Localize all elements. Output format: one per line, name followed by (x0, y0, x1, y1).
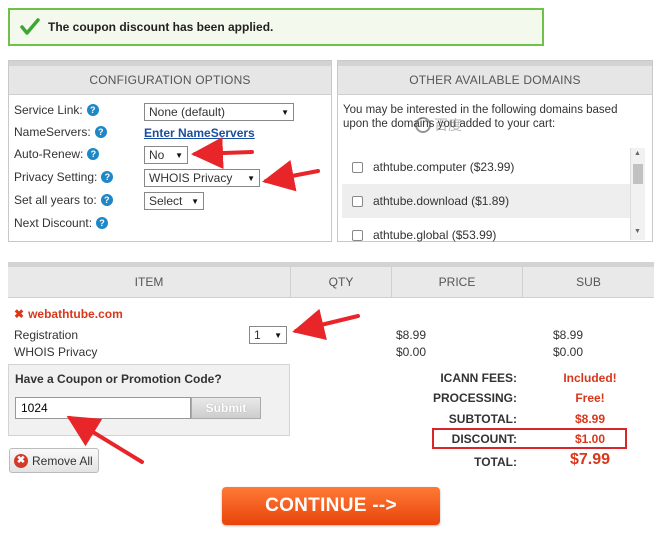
icann-fees-value: Included! (563, 371, 617, 385)
continue-button[interactable]: CONTINUE --> (222, 487, 440, 525)
other-domains-title: OTHER AVAILABLE DOMAINS (338, 61, 652, 95)
chevron-down-icon: ▼ (281, 107, 289, 117)
help-icon[interactable]: ? (96, 217, 109, 229)
registration-price: $8.99 (396, 328, 427, 342)
watermark-logo-icon (415, 117, 431, 133)
help-icon[interactable]: ? (101, 171, 114, 183)
chevron-down-icon: ▼ (247, 173, 255, 183)
help-icon[interactable]: ? (87, 148, 100, 160)
submit-coupon-button[interactable]: Submit (191, 397, 261, 419)
domain-checkbox[interactable] (352, 229, 363, 241)
chevron-down-icon: ▼ (191, 196, 199, 206)
subtotal-label: SUBTOTAL: (448, 412, 517, 426)
remove-all-button[interactable]: ✖ Remove All (9, 448, 99, 473)
registration-subtotal: $8.99 (553, 328, 584, 342)
subtotal-value: $8.99 (574, 412, 606, 426)
next-discount-label: Next Discount: ? (14, 216, 109, 230)
discount-value: $1.00 (574, 432, 606, 446)
whois-privacy-subtotal: $0.00 (553, 345, 584, 359)
domain-list-scrollbar[interactable]: ▲ ▼ (630, 148, 645, 240)
coupon-title: Have a Coupon or Promotion Code? (15, 372, 222, 386)
help-icon[interactable]: ? (100, 194, 113, 206)
column-header-sub: SUB (576, 275, 601, 289)
auto-renew-select[interactable]: No ▼ (144, 146, 188, 164)
chevron-down-icon: ▼ (175, 150, 183, 160)
auto-renew-label: Auto-Renew: ? (14, 147, 100, 161)
chevron-down-icon: ▼ (274, 330, 282, 340)
configuration-options-title: CONFIGURATION OPTIONS (9, 61, 331, 95)
set-all-years-select[interactable]: Select ▼ (144, 192, 204, 210)
list-item[interactable]: athtube.download ($1.89) (342, 184, 636, 218)
banner-message: The coupon discount has been applied. (48, 20, 274, 34)
enter-nameservers-link[interactable]: Enter NameServers (144, 126, 255, 140)
column-header-qty: QTY (328, 275, 354, 289)
service-link-select[interactable]: None (default) ▼ (144, 103, 294, 121)
check-icon (20, 18, 40, 35)
column-header-price: PRICE (438, 275, 476, 289)
total-value: $7.99 (569, 451, 611, 468)
help-icon[interactable]: ? (94, 126, 107, 138)
baidu-watermark: 百度 (415, 115, 462, 135)
remove-item-icon[interactable]: ✖ (14, 307, 24, 321)
icann-fees-label: ICANN FEES: (440, 371, 517, 385)
list-item[interactable]: athtube.computer ($23.99) (342, 150, 636, 184)
discount-label: DISCOUNT: (451, 432, 517, 446)
list-item[interactable]: athtube.global ($53.99) (342, 218, 636, 244)
nameservers-label: NameServers: ? (14, 125, 107, 139)
column-header-item: ITEM (134, 275, 164, 289)
scrollbar-thumb[interactable] (633, 164, 643, 184)
scroll-down-icon[interactable]: ▼ (634, 228, 641, 235)
remove-icon: ✖ (14, 453, 28, 468)
arrow-quantity (292, 308, 360, 340)
coupon-box: Have a Coupon or Promotion Code? Submit (8, 364, 290, 436)
total-label: TOTAL: (474, 455, 517, 469)
quantity-select[interactable]: 1 ▼ (249, 326, 287, 344)
privacy-setting-select[interactable]: WHOIS Privacy ▼ (144, 169, 260, 187)
help-icon[interactable]: ? (86, 104, 99, 116)
processing-label: PROCESSING: (432, 391, 517, 405)
coupon-code-input[interactable] (15, 397, 191, 419)
other-domains-intro: You may be interested in the following d… (343, 104, 618, 130)
service-link-label: Service Link: ? (14, 103, 99, 117)
whois-privacy-price: $0.00 (396, 345, 427, 359)
privacy-setting-label: Privacy Setting: ? (14, 170, 114, 184)
domain-suggestion-list: athtube.computer ($23.99) athtube.downlo… (342, 150, 636, 244)
domain-checkbox[interactable] (352, 161, 363, 173)
cart-item-domain: ✖ webathtube.com (14, 307, 123, 321)
set-all-years-label: Set all years to: ? (14, 193, 113, 207)
registration-label: Registration (14, 328, 79, 342)
domain-checkbox[interactable] (352, 195, 363, 207)
processing-value: Free! (575, 391, 605, 405)
cart-table-header: ITEM QTY PRICE SUB (8, 262, 654, 298)
whois-privacy-label: WHOIS Privacy (14, 345, 98, 359)
scroll-up-icon[interactable]: ▲ (634, 150, 641, 157)
coupon-applied-banner: The coupon discount has been applied. (8, 8, 544, 46)
